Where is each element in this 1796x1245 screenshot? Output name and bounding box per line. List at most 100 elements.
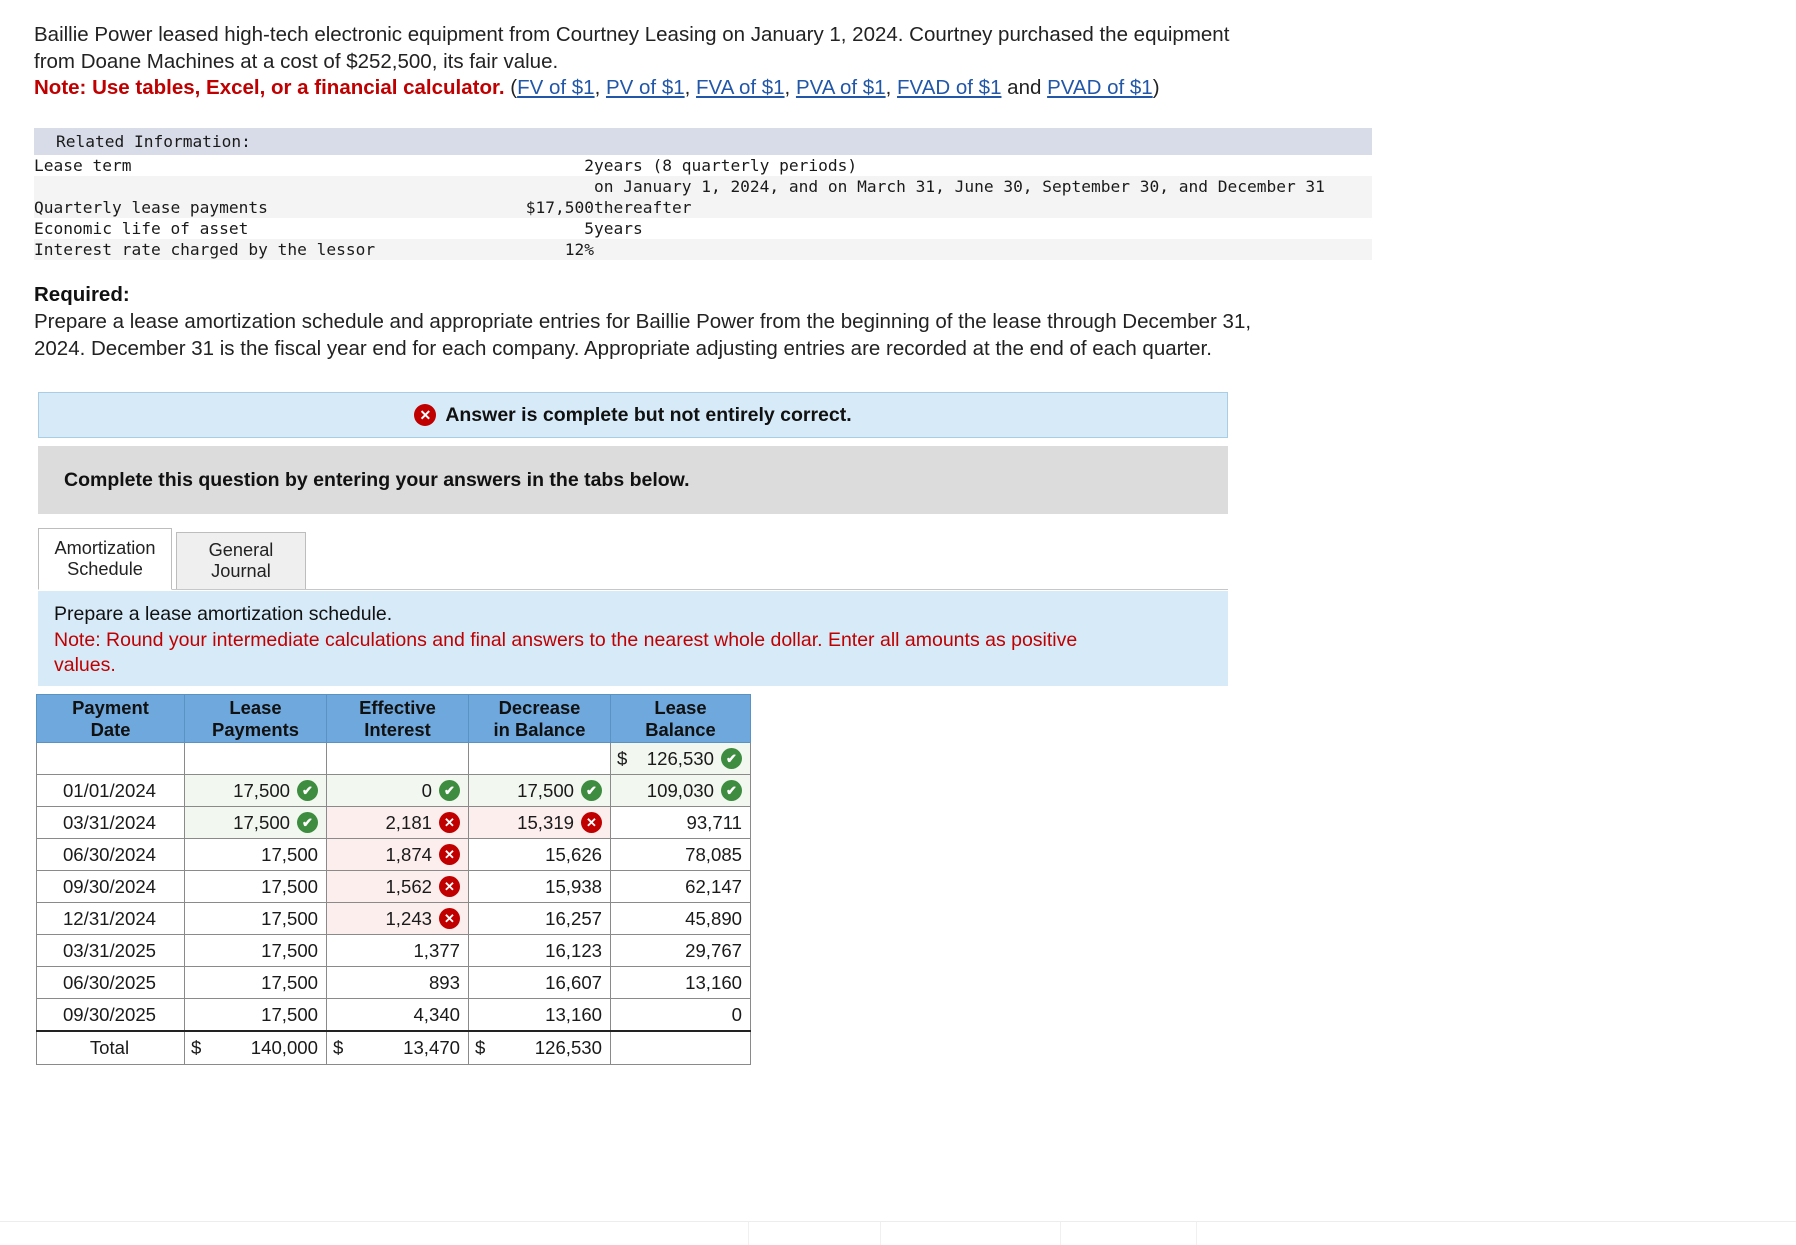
tab-general-journal-line2: Journal (211, 561, 271, 581)
value-date-3: 06/30/2024 (62, 843, 157, 865)
cell-date-1: 01/01/2024 (36, 774, 185, 808)
required-line-1: Prepare a lease amortization schedule an… (34, 310, 1252, 333)
cell-payments-7[interactable]: 17,500 (184, 966, 327, 1000)
cell-decrease-4[interactable]: 15,938 (468, 870, 611, 904)
cell-interest-1[interactable]: 0 ✔ (326, 774, 469, 808)
cell-balance-7[interactable]: 13,160 (610, 966, 751, 1000)
cell-decrease-8[interactable]: 13,160 (468, 998, 611, 1032)
problem-line-2: from Doane Machines at a cost of $252,50… (34, 49, 559, 73)
calculator-note: Note: Use tables, Excel, or a financial … (34, 75, 1564, 102)
cell-opening-payments (184, 742, 327, 776)
cell-total-decrease: $ 126,530 (468, 1029, 611, 1066)
cell-decrease-2[interactable]: 15,319 ✕ (468, 806, 611, 840)
link-fvad-of-1[interactable]: FVAD of $1 (897, 76, 1001, 99)
link-pvad-of-1[interactable]: PVAD of $1 (1047, 76, 1153, 99)
cell-payments-6[interactable]: 17,500 (184, 934, 327, 968)
incorrect-x-icon: ✕ (439, 908, 460, 930)
cell-balance-8[interactable]: 0 (610, 998, 751, 1032)
tab-general-journal[interactable]: General Journal (176, 532, 306, 590)
comma-1: , (594, 76, 606, 100)
task-prompt-note-line-2: values. (54, 654, 116, 677)
column-header-effective-interest: Effective Interest (326, 693, 469, 744)
cell-balance-4[interactable]: 62,147 (610, 870, 751, 904)
cell-decrease-3[interactable]: 15,626 (468, 838, 611, 872)
paren-close: ) (1152, 76, 1160, 100)
link-fva-of-1[interactable]: FVA of $1 (696, 76, 785, 99)
tab-strip: Amortization Schedule General Journal (38, 528, 1228, 590)
cell-interest-6[interactable]: 1,377 (326, 934, 469, 968)
cell-payments-8[interactable]: 17,500 (184, 998, 327, 1032)
value-payments-4: 17,500 (261, 875, 318, 897)
column-header-payment-date: Payment Date (36, 693, 185, 744)
tab-amortization-schedule-line2: Schedule (67, 559, 143, 579)
value-interest-3: 1,874 (385, 843, 432, 865)
cell-balance-1[interactable]: 109,030 ✔ (610, 774, 751, 808)
note-interest-rate (594, 239, 1372, 260)
exercise-page: Baillie Power leased high-tech electroni… (0, 0, 1796, 1245)
value-payments-5: 17,500 (261, 907, 318, 929)
dollar-sign-total-decrease: $ (475, 1037, 486, 1059)
link-pva-of-1[interactable]: PVA of $1 (796, 76, 886, 99)
tab-amortization-schedule[interactable]: Amortization Schedule (38, 528, 172, 590)
cell-balance-5[interactable]: 45,890 (610, 902, 751, 936)
cell-decrease-1[interactable]: 17,500 ✔ (468, 774, 611, 808)
cell-decrease-7[interactable]: 16,607 (468, 966, 611, 1000)
cell-payments-2[interactable]: 17,500 ✔ (184, 806, 327, 840)
cell-interest-8[interactable]: 4,340 (326, 998, 469, 1032)
cell-payments-4[interactable]: 17,500 (184, 870, 327, 904)
value-payments-3: 17,500 (261, 843, 318, 865)
cell-interest-3[interactable]: 1,874 ✕ (326, 838, 469, 872)
cell-interest-5[interactable]: 1,243 ✕ (326, 902, 469, 936)
tab-amortization-schedule-line1: Amortization (54, 537, 156, 558)
value-total-interest: 13,470 (403, 1037, 460, 1059)
footer-cell-divider (880, 1222, 881, 1245)
cell-opening-balance[interactable]: $ 126,530 ✔ (610, 742, 751, 776)
value-total-decrease: 126,530 (534, 1037, 602, 1059)
cell-decrease-6[interactable]: 16,123 (468, 934, 611, 968)
table-row: 06/30/2025 17,500 893 16,607 13,160 (36, 966, 751, 1000)
value-balance-6: 29,767 (685, 939, 742, 961)
value-date-5: 12/31/2024 (62, 907, 157, 929)
cell-interest-2[interactable]: 2,181 ✕ (326, 806, 469, 840)
table-header-row: Payment Date Lease Payments Effective In… (36, 693, 751, 744)
column-header-decrease-in-balance-l2: in Balance (493, 718, 586, 740)
value-decrease-8: 13,160 (545, 1003, 602, 1025)
value-balance-5: 45,890 (685, 907, 742, 929)
cell-interest-7[interactable]: 893 (326, 966, 469, 1000)
link-fv-of-1[interactable]: FV of $1 (517, 76, 595, 99)
cell-interest-4[interactable]: 1,562 ✕ (326, 870, 469, 904)
column-header-effective-interest-l2: Interest (364, 718, 431, 740)
cell-opening-decrease (468, 742, 611, 776)
cell-total-label: Total (36, 1029, 185, 1066)
table-row: 12/31/2024 17,500 1,243 ✕ 16,257 45,890 (36, 902, 751, 936)
required-line-2: 2024. December 31 is the fiscal year end… (34, 336, 1212, 360)
label-schedule-blank (34, 176, 464, 197)
note-economic-life: years (594, 218, 1372, 239)
cell-payments-3[interactable]: 17,500 (184, 838, 327, 872)
dollar-sign-total-interest: $ (333, 1037, 344, 1059)
cell-payments-1[interactable]: 17,500 ✔ (184, 774, 327, 808)
value-balance-3: 78,085 (685, 843, 742, 865)
cell-payments-5[interactable]: 17,500 (184, 902, 327, 936)
column-header-lease-balance-l2: Balance (645, 718, 716, 740)
cell-balance-6[interactable]: 29,767 (610, 934, 751, 968)
column-header-lease-payments-l2: Payments (212, 718, 299, 740)
link-pv-of-1[interactable]: PV of $1 (606, 76, 685, 99)
note-thereafter: thereafter (594, 197, 1372, 218)
value-schedule-blank (464, 176, 594, 197)
cell-decrease-5[interactable]: 16,257 (468, 902, 611, 936)
cell-balance-3[interactable]: 78,085 (610, 838, 751, 872)
value-date-1: 01/01/2024 (62, 779, 157, 801)
cell-balance-2[interactable]: 93,711 (610, 806, 751, 840)
bottom-divider (0, 1221, 1796, 1222)
value-decrease-6: 16,123 (545, 939, 602, 961)
correct-check-icon: ✔ (297, 780, 318, 802)
problem-line-1: Baillie Power leased high-tech electroni… (34, 23, 1230, 46)
value-decrease-1: 17,500 (517, 779, 574, 801)
value-balance-8: 0 (731, 1003, 742, 1025)
column-header-lease-balance-l1: Lease (654, 697, 707, 718)
table-row: 09/30/2024 17,500 1,562 ✕ 15,938 62,147 (36, 870, 751, 904)
cell-total-balance (610, 1029, 751, 1066)
value-interest-5: 1,243 (385, 907, 432, 929)
footer-cell-divider (748, 1222, 749, 1245)
